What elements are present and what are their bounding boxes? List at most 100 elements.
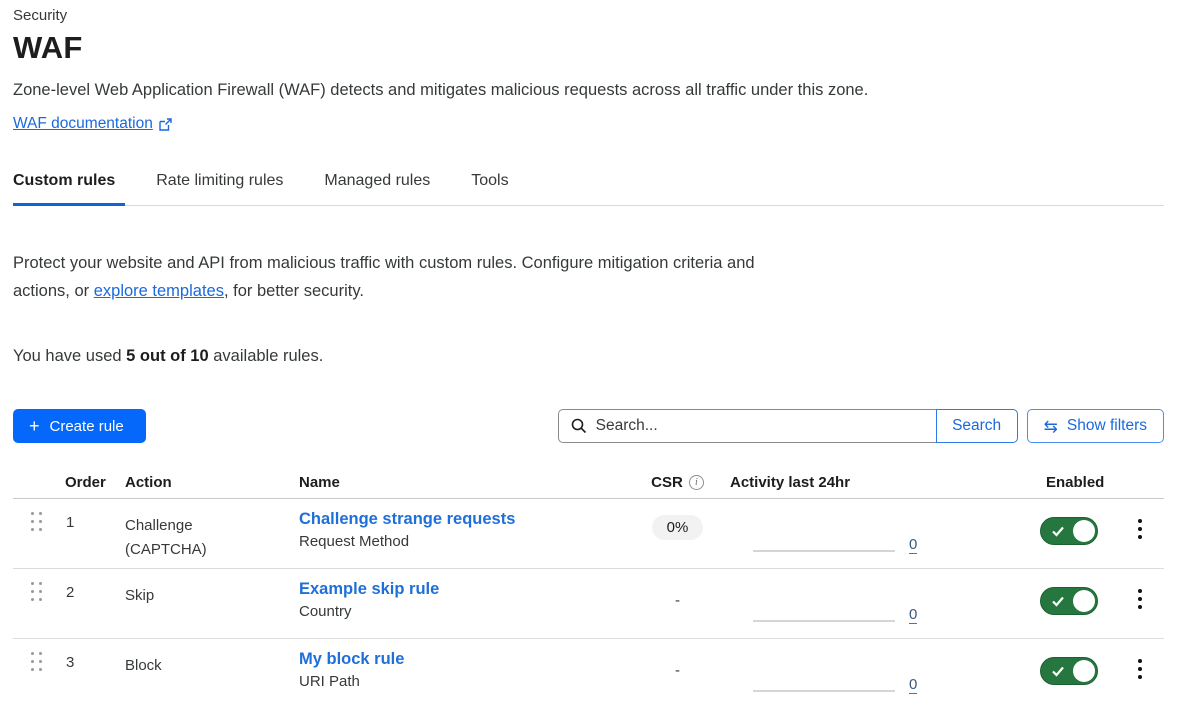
page-title: WAF bbox=[13, 30, 1164, 66]
csr-value: - bbox=[675, 655, 680, 679]
rule-action: Block bbox=[112, 639, 286, 707]
rules-table: Order Action Name CSR i Activity last 24… bbox=[13, 474, 1164, 707]
kebab-menu-icon[interactable] bbox=[1132, 587, 1148, 638]
table-row: 3 Block My block rule URI Path - 0 bbox=[13, 639, 1164, 707]
table-row: 2 Skip Example skip rule Country - 0 bbox=[13, 569, 1164, 639]
toggle-knob bbox=[1073, 520, 1095, 542]
tab-rate-limiting-rules[interactable]: Rate limiting rules bbox=[156, 172, 283, 205]
usage-count: 5 out of 10 bbox=[126, 347, 209, 365]
activity-cell: 0 bbox=[730, 569, 1030, 638]
header-name: Name bbox=[286, 474, 625, 491]
table-row: 1 Challenge (CAPTCHA) Challenge strange … bbox=[13, 499, 1164, 569]
toolbar: + Create rule Search ⇆ Show filters bbox=[13, 409, 1164, 443]
waf-page: Security WAF Zone-level Web Application … bbox=[0, 7, 1177, 707]
create-rule-button[interactable]: + Create rule bbox=[13, 409, 146, 443]
drag-handle-icon[interactable] bbox=[31, 652, 55, 672]
search-field-wrap bbox=[558, 409, 936, 443]
enabled-cell bbox=[1030, 569, 1115, 638]
search-icon bbox=[571, 418, 587, 434]
breadcrumb: Security bbox=[13, 7, 1164, 24]
header-csr-label: CSR bbox=[651, 474, 683, 491]
rule-field: Country bbox=[299, 603, 625, 620]
check-icon bbox=[1050, 593, 1066, 609]
intro-after: , for better security. bbox=[224, 282, 364, 300]
rule-action-line1: Block bbox=[125, 654, 286, 678]
usage-prefix: You have used bbox=[13, 347, 126, 365]
enabled-toggle[interactable] bbox=[1040, 587, 1098, 615]
header-order: Order bbox=[55, 474, 112, 491]
csr-cell: - bbox=[625, 569, 730, 638]
activity-count-link[interactable]: 0 bbox=[909, 676, 917, 694]
csr-cell: 0% bbox=[625, 499, 730, 568]
activity-sparkline bbox=[753, 690, 895, 692]
drag-handle-icon[interactable] bbox=[31, 512, 55, 532]
activity-count-link[interactable]: 0 bbox=[909, 536, 917, 554]
kebab-menu-icon[interactable] bbox=[1132, 517, 1148, 568]
drag-handle-cell bbox=[13, 499, 55, 568]
toggle-knob bbox=[1073, 590, 1095, 612]
tab-custom-rules[interactable]: Custom rules bbox=[13, 172, 115, 205]
page-description: Zone-level Web Application Firewall (WAF… bbox=[13, 81, 1164, 100]
rule-action-line2: (CAPTCHA) bbox=[125, 538, 286, 562]
external-link-icon bbox=[159, 118, 172, 131]
usage-suffix: available rules. bbox=[209, 347, 324, 365]
rule-order: 1 bbox=[55, 499, 112, 568]
search-input[interactable] bbox=[596, 417, 926, 435]
enabled-toggle[interactable] bbox=[1040, 657, 1098, 685]
enabled-toggle[interactable] bbox=[1040, 517, 1098, 545]
header-csr: CSR i bbox=[625, 474, 730, 491]
header-activity: Activity last 24hr bbox=[730, 474, 1030, 491]
create-rule-label: Create rule bbox=[50, 418, 124, 435]
toggle-knob bbox=[1073, 660, 1095, 682]
table-header-row: Order Action Name CSR i Activity last 24… bbox=[13, 474, 1164, 499]
rule-name-link[interactable]: Example skip rule bbox=[299, 580, 439, 599]
activity-sparkline bbox=[753, 550, 895, 552]
info-icon[interactable]: i bbox=[689, 475, 704, 490]
check-icon bbox=[1050, 663, 1066, 679]
rule-name-link[interactable]: Challenge strange requests bbox=[299, 510, 515, 529]
csr-cell: - bbox=[625, 639, 730, 707]
rule-action-line1: Challenge bbox=[125, 514, 286, 538]
drag-handle-icon[interactable] bbox=[31, 582, 55, 602]
rule-name-link[interactable]: My block rule bbox=[299, 650, 404, 669]
csr-badge: 0% bbox=[652, 515, 704, 540]
intro-text: Protect your website and API from malici… bbox=[13, 249, 758, 305]
rule-name-cell: My block rule URI Path bbox=[286, 639, 625, 707]
csr-value: - bbox=[675, 585, 680, 609]
rule-name-cell: Challenge strange requests Request Metho… bbox=[286, 499, 625, 568]
activity-count-link[interactable]: 0 bbox=[909, 606, 917, 624]
kebab-menu-icon[interactable] bbox=[1132, 657, 1148, 707]
check-icon bbox=[1050, 523, 1066, 539]
activity-sparkline bbox=[753, 620, 895, 622]
swap-arrows-icon: ⇆ bbox=[1044, 418, 1058, 435]
rule-action-line1: Skip bbox=[125, 584, 286, 608]
activity-cell: 0 bbox=[730, 499, 1030, 568]
show-filters-label: Show filters bbox=[1067, 417, 1147, 435]
header-enabled: Enabled bbox=[1030, 474, 1115, 491]
plus-icon: + bbox=[29, 417, 40, 435]
enabled-cell bbox=[1030, 499, 1115, 568]
tab-managed-rules[interactable]: Managed rules bbox=[324, 172, 430, 205]
kebab-cell bbox=[1115, 639, 1164, 707]
header-action: Action bbox=[112, 474, 286, 491]
show-filters-button[interactable]: ⇆ Show filters bbox=[1027, 409, 1164, 443]
usage-text: You have used 5 out of 10 available rule… bbox=[13, 347, 1164, 366]
rule-field: Request Method bbox=[299, 533, 625, 550]
rule-action: Challenge (CAPTCHA) bbox=[112, 499, 286, 568]
search-group: Search ⇆ Show filters bbox=[558, 409, 1164, 443]
rule-name-cell: Example skip rule Country bbox=[286, 569, 625, 638]
activity-cell: 0 bbox=[730, 639, 1030, 707]
kebab-cell bbox=[1115, 499, 1164, 568]
search-button[interactable]: Search bbox=[936, 409, 1018, 443]
drag-handle-cell bbox=[13, 639, 55, 707]
explore-templates-link[interactable]: explore templates bbox=[94, 282, 224, 300]
rule-order: 3 bbox=[55, 639, 112, 707]
rule-field: URI Path bbox=[299, 673, 625, 690]
rule-order: 2 bbox=[55, 569, 112, 638]
tab-tools[interactable]: Tools bbox=[471, 172, 508, 205]
tab-bar: Custom rules Rate limiting rules Managed… bbox=[13, 172, 1164, 206]
enabled-cell bbox=[1030, 639, 1115, 707]
waf-documentation-link[interactable]: WAF documentation bbox=[13, 115, 153, 133]
drag-handle-cell bbox=[13, 569, 55, 638]
kebab-cell bbox=[1115, 569, 1164, 638]
